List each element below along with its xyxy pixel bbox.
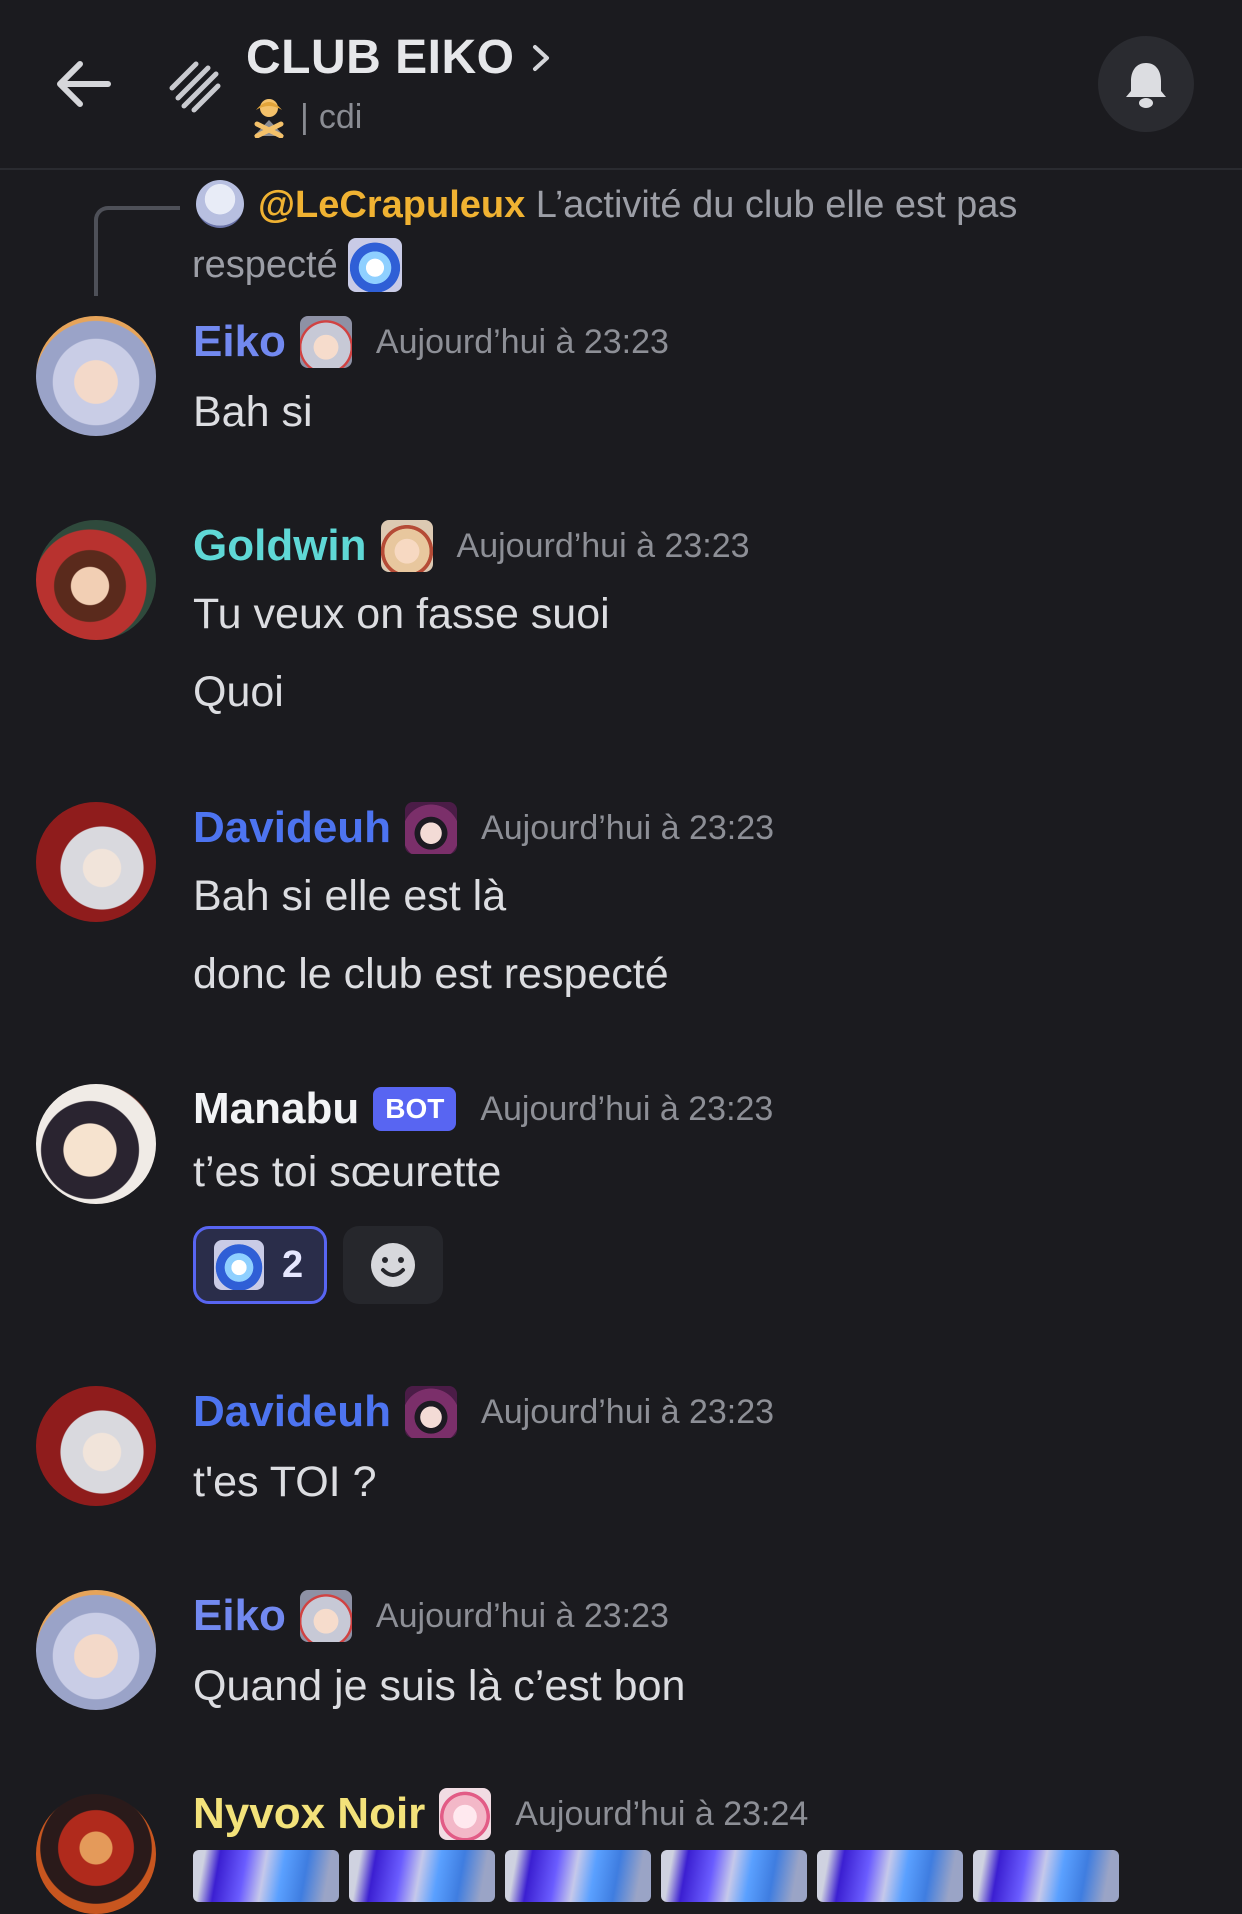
- timestamp: Aujourd’hui à 23:23: [375, 322, 669, 361]
- username[interactable]: Manabu: [193, 1084, 359, 1134]
- chevron-right-icon: [532, 44, 549, 71]
- bell-icon: [1126, 63, 1166, 108]
- custom-emoji: [193, 1850, 339, 1902]
- reply-text-line1: L’activité du club elle est pas: [535, 184, 1018, 226]
- timestamp: Aujourd’hui à 23:23: [481, 808, 775, 847]
- message-header: Nyvox Noir Aujourd’hui à 23:24: [193, 1788, 808, 1840]
- message-header: Davideuh Aujourd’hui à 23:23: [193, 1386, 774, 1438]
- user-badge-emoji: [380, 520, 433, 572]
- custom-emoji: [973, 1850, 1119, 1902]
- arrow-left-icon: [57, 61, 111, 107]
- avatar[interactable]: [36, 1084, 156, 1204]
- reply-connector: [94, 206, 180, 296]
- username[interactable]: Davideuh: [193, 803, 391, 853]
- username[interactable]: Goldwin: [193, 521, 367, 571]
- timestamp: Aujourd’hui à 23:24: [515, 1794, 809, 1833]
- reply-mention[interactable]: @LeCrapuleux: [258, 184, 525, 226]
- message-text: Quoi: [193, 668, 284, 716]
- notification-bell-button[interactable]: [1098, 36, 1194, 132]
- timestamp: Aujourd’hui à 23:23: [481, 1392, 775, 1431]
- avatar[interactable]: [36, 520, 156, 640]
- channel-subtitle-row: | cdi: [248, 96, 362, 138]
- username[interactable]: Eiko: [193, 1591, 286, 1641]
- person-gesturing-no-emoji-icon: [254, 99, 284, 138]
- message-header: Goldwin Aujourd’hui à 23:23: [193, 520, 750, 572]
- message-text: Bah si elle est là: [193, 872, 507, 920]
- avatar[interactable]: [36, 1590, 156, 1710]
- message-header: Eiko Aujourd’hui à 23:23: [193, 316, 669, 368]
- user-badge-emoji: [439, 1788, 492, 1840]
- channel-title-row[interactable]: CLUB EIKO: [246, 30, 553, 85]
- message-header: Manabu BOT Aujourd’hui à 23:23: [193, 1084, 773, 1134]
- username[interactable]: Davideuh: [193, 1387, 391, 1437]
- reply-text-line2: respecté: [192, 243, 338, 286]
- timestamp: Aujourd’hui à 23:23: [480, 1089, 774, 1128]
- channel-header: CLUB EIKO | cdi: [0, 0, 1242, 170]
- smiley-icon: [371, 1243, 415, 1287]
- bot-tag: BOT: [373, 1087, 457, 1131]
- avatar[interactable]: [36, 316, 156, 436]
- sticker-emoji: [347, 238, 402, 292]
- message-text: Bah si: [193, 388, 313, 436]
- avatar[interactable]: [36, 1794, 156, 1914]
- forum-thread-icon: [166, 58, 224, 116]
- custom-emoji: [817, 1850, 963, 1902]
- message-header: Davideuh Aujourd’hui à 23:23: [193, 802, 774, 854]
- custom-emoji: [661, 1850, 807, 1902]
- channel-title[interactable]: CLUB EIKO: [246, 30, 515, 85]
- message-text: t’es toi sœurette: [193, 1148, 502, 1196]
- message-text: t'es TOI ?: [193, 1458, 377, 1506]
- reply-preview[interactable]: @LeCrapuleux L’activité du club elle est…: [258, 184, 1017, 227]
- custom-emoji: [349, 1850, 495, 1902]
- reply-preview-line2: respecté: [192, 238, 402, 292]
- timestamp: Aujourd’hui à 23:23: [456, 526, 750, 565]
- timestamp: Aujourd’hui à 23:23: [375, 1596, 669, 1635]
- user-badge-emoji: [405, 802, 458, 854]
- user-badge-emoji: [405, 1386, 458, 1438]
- avatar[interactable]: [36, 802, 156, 922]
- custom-emoji: [505, 1850, 651, 1902]
- user-badge-emoji: [299, 316, 352, 368]
- avatar[interactable]: [36, 1386, 156, 1506]
- back-button[interactable]: [52, 52, 116, 116]
- channel-subtitle: cdi: [318, 97, 363, 136]
- reply-avatar[interactable]: [196, 180, 244, 228]
- reaction-count: 2: [282, 1243, 304, 1286]
- message-header: Eiko Aujourd’hui à 23:23: [193, 1590, 669, 1642]
- username[interactable]: Eiko: [193, 317, 286, 367]
- user-badge-emoji: [299, 1590, 352, 1642]
- add-reaction-button[interactable]: [343, 1226, 443, 1304]
- reaction-button[interactable]: 2: [193, 1226, 327, 1304]
- message-text: Quand je suis là c’est bon: [193, 1662, 686, 1710]
- reaction-sticker-emoji: [214, 1240, 264, 1290]
- subtitle-separator: |: [300, 97, 309, 136]
- emoji-strip: [193, 1850, 1119, 1902]
- username[interactable]: Nyvox Noir: [193, 1789, 425, 1839]
- message-text: Tu veux on fasse suoi: [193, 590, 610, 638]
- message-text: donc le club est respecté: [193, 950, 669, 998]
